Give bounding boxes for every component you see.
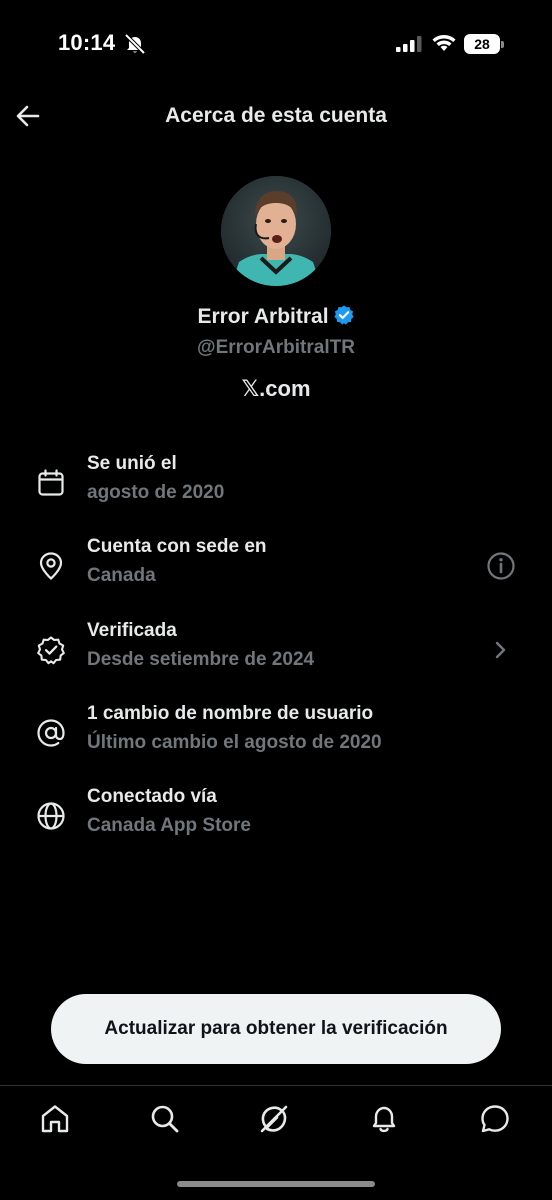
header: Acerca de esta cuenta [0,96,552,140]
info-row-verified[interactable]: Verificada Desde setiembre de 2024 [0,620,552,690]
bell-slash-icon [124,34,146,54]
battery-icon: 28 [464,34,504,54]
info-row-location: Cuenta con sede en Canada [0,536,552,606]
signal-icon [396,36,422,52]
info-icon[interactable] [486,551,516,581]
info-title: 1 cambio de nombre de usuario [87,703,374,724]
avatar[interactable] [221,176,331,286]
globe-icon [37,802,65,830]
notifications-icon[interactable] [367,1102,401,1136]
avatar-image [221,176,331,286]
info-title: Conectado vía [87,786,217,807]
chevron-right-icon[interactable] [486,635,516,665]
messages-icon[interactable] [478,1102,512,1136]
info-row-username-changes: 1 cambio de nombre de usuario Último cam… [0,703,552,773]
battery-level: 28 [464,34,500,54]
grok-icon[interactable] [257,1102,291,1136]
get-verified-button[interactable]: Actualizar para obtener la verificación [51,994,501,1064]
wifi-icon [432,35,456,51]
search-icon[interactable] [148,1102,182,1136]
info-row-connected-via: Conectado vía Canada App Store [0,786,552,856]
info-title: Se unió el [87,453,177,474]
profile-handle: @ErrorArbitralTR [197,337,355,358]
home-indicator [177,1181,375,1187]
info-title: Verificada [87,620,177,641]
home-icon[interactable] [38,1102,72,1136]
info-subtitle: Canada [87,565,156,586]
info-row-joined: Se unió el agosto de 2020 [0,453,552,523]
info-subtitle: agosto de 2020 [87,482,225,503]
info-title: Cuenta con sede en [87,536,267,557]
info-subtitle: Desde setiembre de 2024 [87,649,315,670]
profile-name: Error Arbitral [197,305,329,328]
at-sign-icon [37,719,65,747]
info-subtitle: Canada App Store [87,815,251,836]
location-pin-icon [39,552,63,580]
battery-tip [501,41,504,48]
status-bar: 10:14 28 [0,0,552,90]
info-subtitle: Último cambio el agosto de 2020 [87,732,382,753]
page-title: Acerca de esta cuenta [165,104,387,127]
verified-badge-icon[interactable] [333,304,355,326]
calendar-icon [38,469,64,496]
profile-name-row: Error Arbitral [0,304,552,329]
status-time: 10:14 [58,30,116,55]
profile-site: 𝕏.com [241,376,311,401]
verified-badge-icon [37,636,65,665]
